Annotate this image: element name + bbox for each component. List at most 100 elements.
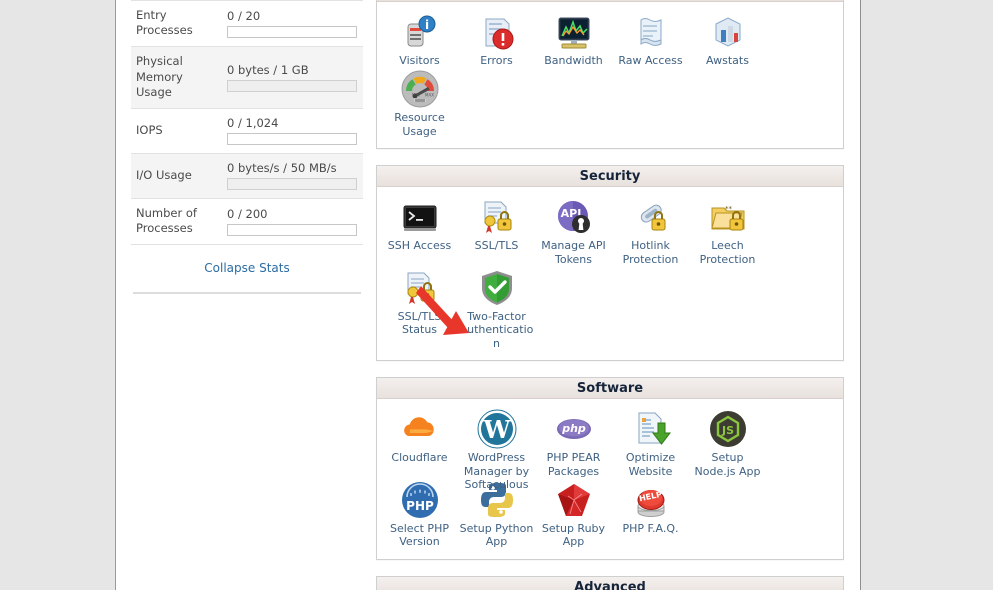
api-tokens-icon: API	[554, 197, 594, 237]
app-tile-label: Optimize Website	[625, 451, 676, 478]
stat-row: Number of Processes 0 / 200	[131, 198, 363, 244]
ssl-tls-status-icon	[400, 268, 440, 308]
app-tile-label: Setup Node.js App	[694, 451, 761, 478]
panel-metrics: MetricsiVisitorsErrorsBandwidthRaw Acces…	[376, 0, 844, 150]
stat-value-cell: 0 / 1,024	[223, 108, 363, 153]
svg-text:MAX: MAX	[425, 93, 434, 98]
php-version-icon: PHP	[400, 480, 440, 520]
app-tile[interactable]: HELP PHP F.A.Q.	[612, 478, 689, 549]
app-tile-label: Errors	[480, 54, 513, 67]
app-tile-label: Visitors	[399, 54, 440, 67]
app-tile[interactable]: SSL/TLS	[458, 195, 535, 266]
svg-text:php: php	[561, 422, 586, 435]
svg-text:**: **	[725, 205, 733, 213]
ruby-icon	[554, 480, 594, 520]
app-tile[interactable]: MIN MAX Resource Usage	[381, 67, 458, 138]
collapse-stats-container: Collapse Stats	[131, 244, 363, 292]
app-tile[interactable]: W WordPress Manager by Softaculous	[458, 407, 535, 492]
app-tile[interactable]: Raw Access	[612, 10, 689, 67]
visitors-icon: i	[400, 12, 440, 52]
app-tile-label: Leech Protection	[699, 239, 756, 266]
app-tile[interactable]: PHP Select PHP Version	[381, 478, 458, 549]
panel-advanced: AdvancedTerminalCron JobsIndexesError Pa…	[376, 575, 844, 590]
app-tile[interactable]: Setup Ruby App	[535, 478, 612, 549]
ssh-access-icon	[400, 197, 440, 237]
php-pear-icon: php	[554, 409, 594, 449]
stat-value: 0 / 20	[227, 8, 261, 23]
app-tile-label: Awstats	[706, 54, 749, 67]
app-tile[interactable]: SSL/TLS Status	[381, 266, 458, 350]
panel-items: SSH Access SSL/TLS API Manage API Tokens Hot…	[377, 187, 843, 360]
two-factor-auth-icon	[477, 268, 517, 308]
cloudflare-icon	[400, 409, 440, 449]
svg-text:i: i	[424, 18, 428, 32]
app-tile[interactable]: Two-Factor Authentication	[458, 266, 535, 350]
stat-label: I/O Usage	[136, 167, 192, 182]
app-tile[interactable]: Bandwidth	[535, 10, 612, 67]
app-tile[interactable]: Cloudflare	[381, 407, 458, 478]
app-tile-label: Select PHP Version	[390, 522, 449, 549]
app-tile[interactable]: Hotlink Protection	[612, 195, 689, 266]
ssl-tls-icon	[477, 197, 517, 237]
app-tile-label: PHP F.A.Q.	[622, 522, 679, 536]
app-tile-label: Setup Ruby App	[541, 522, 606, 549]
app-tile-label: Bandwidth	[544, 54, 603, 67]
stat-row: I/O Usage 0 bytes/s / 50 MB/s	[131, 153, 363, 199]
app-tile[interactable]: Optimize Website	[612, 407, 689, 478]
app-tile[interactable]: SSH Access	[381, 195, 458, 266]
app-tile[interactable]: php PHP PEAR Packages	[535, 407, 612, 478]
stat-label: Physical Memory Usage	[136, 54, 183, 99]
svg-text:MIN: MIN	[412, 93, 420, 98]
app-tile[interactable]: Errors	[458, 10, 535, 67]
app-tile-label: SSL/TLS	[474, 239, 519, 253]
app-tile-label: WordPress Manager by Softaculous	[463, 451, 530, 492]
stat-label: IOPS	[136, 122, 163, 137]
stat-value: 0 bytes/s / 50 MB/s	[227, 160, 337, 175]
stat-label: Number of Processes	[136, 205, 197, 236]
panel-title: Security	[377, 166, 843, 188]
stat-value-cell: 0 bytes / 1 GB	[223, 47, 363, 109]
stat-row: Entry Processes 0 / 20	[131, 0, 363, 47]
content-column: Entry Processes 0 / 20 Physical Memory Usa…	[115, 0, 861, 590]
svg-text:PHP: PHP	[406, 499, 434, 513]
panel-software: Software Cloudflare W WordPress Manager by …	[376, 377, 844, 560]
panel-security: Security SSH Access SSL/TLS API Manage API T…	[376, 165, 844, 362]
stat-value: 0 bytes / 1 GB	[227, 62, 309, 77]
app-tile[interactable]: API Manage API Tokens	[535, 195, 612, 266]
stat-progress-bar	[227, 25, 357, 38]
app-tile-label: SSL/TLS Status	[397, 310, 442, 337]
stat-progress-bar	[227, 177, 357, 190]
panel-items: Cloudflare W WordPress Manager by Softacul…	[377, 399, 843, 559]
raw-access-icon	[631, 12, 671, 52]
leech-protection-icon: **	[708, 197, 748, 237]
stat-value-cell: 0 / 200	[223, 198, 363, 244]
app-tile[interactable]: ** Leech Protection	[689, 195, 766, 266]
awstats-icon	[708, 12, 748, 52]
stat-row: Physical Memory Usage 0 bytes / 1 GB	[131, 46, 363, 109]
statistics-table: Entry Processes 0 / 20 Physical Memory Usa…	[131, 0, 363, 244]
feature-panels: MetricsiVisitorsErrorsBandwidthRaw Acces…	[376, 0, 844, 590]
app-tile-label: Two-Factor Authentication	[459, 310, 534, 350]
app-tile-label: Manage API Tokens	[541, 239, 606, 266]
resource-usage-icon: MIN MAX	[400, 69, 440, 109]
errors-icon	[477, 12, 517, 52]
bandwidth-icon	[554, 12, 594, 52]
stat-value: 0 / 200	[227, 206, 268, 221]
nodejs-icon: JS	[708, 409, 748, 449]
app-tile[interactable]: JS Setup Node.js App	[689, 407, 766, 478]
app-tile-label: PHP PEAR Packages	[546, 451, 601, 478]
app-tile-label: Setup Python App	[459, 522, 534, 549]
collapse-stats-link[interactable]: Collapse Stats	[204, 261, 289, 275]
statistics-sidebar: Entry Processes 0 / 20 Physical Memory Usa…	[131, 0, 363, 295]
app-tile-label: Resource Usage	[394, 111, 445, 138]
app-tile[interactable]: Awstats	[689, 10, 766, 67]
app-tile[interactable]: i Visitors	[381, 10, 458, 67]
stat-value: 0 / 1,024	[227, 115, 279, 130]
panel-title: Software	[377, 378, 843, 400]
panel-title: Advanced	[377, 576, 843, 590]
sidebar-divider	[133, 292, 361, 295]
stat-value-cell: 0 bytes/s / 50 MB/s	[223, 153, 363, 198]
php-faq-icon: HELP	[631, 480, 671, 520]
cpanel-page: Entry Processes 0 / 20 Physical Memory Usa…	[0, 0, 993, 590]
panel-items: i Visitors Errors Bandwidth Raw Access Awstat…	[377, 2, 843, 148]
